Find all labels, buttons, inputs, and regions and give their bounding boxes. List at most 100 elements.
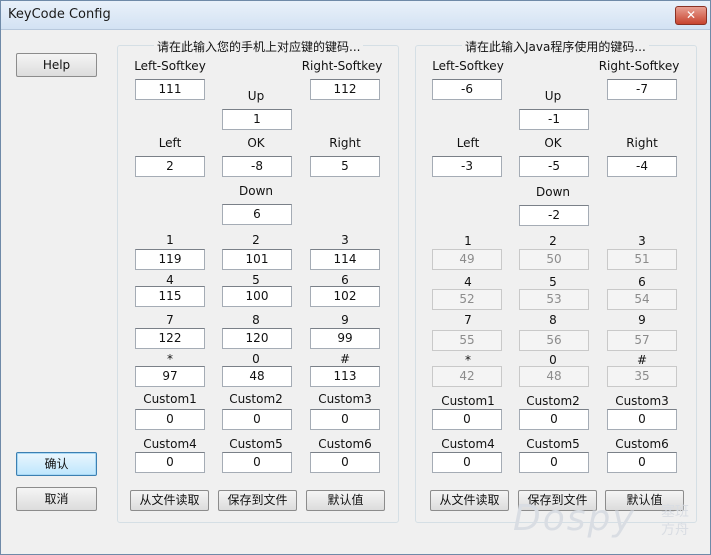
close-button[interactable]: ✕ <box>675 6 707 25</box>
java-custom5-label: Custom5 <box>526 437 580 451</box>
key-star-input[interactable]: 97 <box>135 366 205 387</box>
java-key-7-label: 7 <box>464 313 472 327</box>
left-label: Left <box>158 136 182 150</box>
help-button[interactable]: Help <box>16 53 97 77</box>
java-left-input[interactable]: -3 <box>432 156 502 177</box>
java-key-1-input: 49 <box>432 249 502 270</box>
java-custom2-label: Custom2 <box>526 394 580 408</box>
java-key-8-label: 8 <box>549 313 557 327</box>
phone-save-to-file-button[interactable]: 保存到文件 <box>218 490 297 511</box>
key-3-input[interactable]: 114 <box>310 249 380 270</box>
left-input[interactable]: 2 <box>135 156 205 177</box>
ok-input[interactable]: -8 <box>222 156 292 177</box>
java-key-0-input: 48 <box>519 366 589 387</box>
key-5-label: 5 <box>252 273 260 287</box>
right-softkey-input[interactable]: 112 <box>310 79 380 100</box>
right-input[interactable]: 5 <box>310 156 380 177</box>
custom1-input[interactable]: 0 <box>135 409 205 430</box>
custom4-input[interactable]: 0 <box>135 452 205 473</box>
key-star-label: * <box>167 352 173 366</box>
confirm-button[interactable]: 确认 <box>16 452 97 476</box>
java-key-2-label: 2 <box>549 234 557 248</box>
java-up-input[interactable]: -1 <box>519 109 589 130</box>
java-right-softkey-input[interactable]: -7 <box>607 79 677 100</box>
java-load-from-file-button[interactable]: 从文件读取 <box>430 490 509 511</box>
java-key-0-label: 0 <box>549 353 557 367</box>
watermark-caption: 塞班 方舟 <box>661 503 689 539</box>
phone-default-button[interactable]: 默认值 <box>306 490 385 511</box>
key-1-input[interactable]: 119 <box>135 249 205 270</box>
up-input[interactable]: 1 <box>222 109 292 130</box>
java-custom1-input[interactable]: 0 <box>432 409 502 430</box>
custom2-input[interactable]: 0 <box>222 409 292 430</box>
watermark-line2: 方舟 <box>661 522 689 538</box>
custom1-label: Custom1 <box>143 392 197 406</box>
java-custom1-label: Custom1 <box>441 394 495 408</box>
java-key-4-label: 4 <box>464 275 472 289</box>
phone-keycode-group-title: 请在此输入您的手机上对应键的键码... <box>154 38 364 55</box>
custom5-label: Custom5 <box>229 437 283 451</box>
java-left-softkey-label: Left-Softkey <box>432 59 504 73</box>
key-4-label: 4 <box>166 273 174 287</box>
java-key-6-input: 54 <box>607 289 677 310</box>
java-custom3-label: Custom3 <box>615 394 669 408</box>
custom6-input[interactable]: 0 <box>310 452 380 473</box>
java-key-7-input: 55 <box>432 330 502 351</box>
right-softkey-label: Right-Softkey <box>301 59 383 73</box>
key-8-label: 8 <box>252 313 260 327</box>
key-5-input[interactable]: 100 <box>222 286 292 307</box>
custom2-label: Custom2 <box>229 392 283 406</box>
key-6-input[interactable]: 102 <box>310 286 380 307</box>
key-0-input[interactable]: 48 <box>222 366 292 387</box>
key-0-label: 0 <box>252 352 260 366</box>
java-key-star-input: 42 <box>432 366 502 387</box>
key-7-input[interactable]: 122 <box>135 328 205 349</box>
java-down-input[interactable]: -2 <box>519 205 589 226</box>
dospy-watermark: Dospy <box>513 498 636 539</box>
custom3-label: Custom3 <box>318 392 372 406</box>
title-bar: KeyCode Config ✕ <box>1 1 710 30</box>
key-9-label: 9 <box>341 313 349 327</box>
java-custom2-input[interactable]: 0 <box>519 409 589 430</box>
custom6-label: Custom6 <box>318 437 372 451</box>
right-label: Right <box>329 136 361 150</box>
phone-load-from-file-button[interactable]: 从文件读取 <box>130 490 209 511</box>
key-9-input[interactable]: 99 <box>310 328 380 349</box>
down-label: Down <box>238 184 273 198</box>
java-key-9-label: 9 <box>638 313 646 327</box>
java-ok-input[interactable]: -5 <box>519 156 589 177</box>
down-input[interactable]: 6 <box>222 204 292 225</box>
java-key-3-label: 3 <box>638 234 646 248</box>
java-up-label: Up <box>544 89 562 103</box>
java-custom5-input[interactable]: 0 <box>519 452 589 473</box>
java-key-5-label: 5 <box>549 275 557 289</box>
java-left-softkey-input[interactable]: -6 <box>432 79 502 100</box>
key-2-input[interactable]: 101 <box>222 249 292 270</box>
java-key-hash-label: # <box>636 353 648 367</box>
java-left-label: Left <box>456 136 480 150</box>
key-8-input[interactable]: 120 <box>222 328 292 349</box>
key-4-input[interactable]: 115 <box>135 286 205 307</box>
custom5-input[interactable]: 0 <box>222 452 292 473</box>
java-custom3-input[interactable]: 0 <box>607 409 677 430</box>
key-hash-input[interactable]: 113 <box>310 366 380 387</box>
key-3-label: 3 <box>341 233 349 247</box>
java-keycode-group-title: 请在此输入Java程序使用的键码... <box>462 38 649 55</box>
java-custom6-label: Custom6 <box>615 437 669 451</box>
left-softkey-input[interactable]: 111 <box>135 79 205 100</box>
java-custom4-label: Custom4 <box>441 437 495 451</box>
custom4-label: Custom4 <box>143 437 197 451</box>
left-softkey-label: Left-Softkey <box>134 59 206 73</box>
java-custom6-input[interactable]: 0 <box>607 452 677 473</box>
java-key-6-label: 6 <box>638 275 646 289</box>
window-title: KeyCode Config <box>8 7 111 22</box>
custom3-input[interactable]: 0 <box>310 409 380 430</box>
java-custom4-input[interactable]: 0 <box>432 452 502 473</box>
java-ok-label: OK <box>544 136 562 150</box>
java-down-label: Down <box>535 185 570 199</box>
java-right-input[interactable]: -4 <box>607 156 677 177</box>
key-6-label: 6 <box>341 273 349 287</box>
keycode-config-window: KeyCode Config ✕ Help 确认 取消 请在此输入您的手机上对应… <box>0 0 711 555</box>
cancel-button[interactable]: 取消 <box>16 487 97 511</box>
java-key-8-input: 56 <box>519 330 589 351</box>
